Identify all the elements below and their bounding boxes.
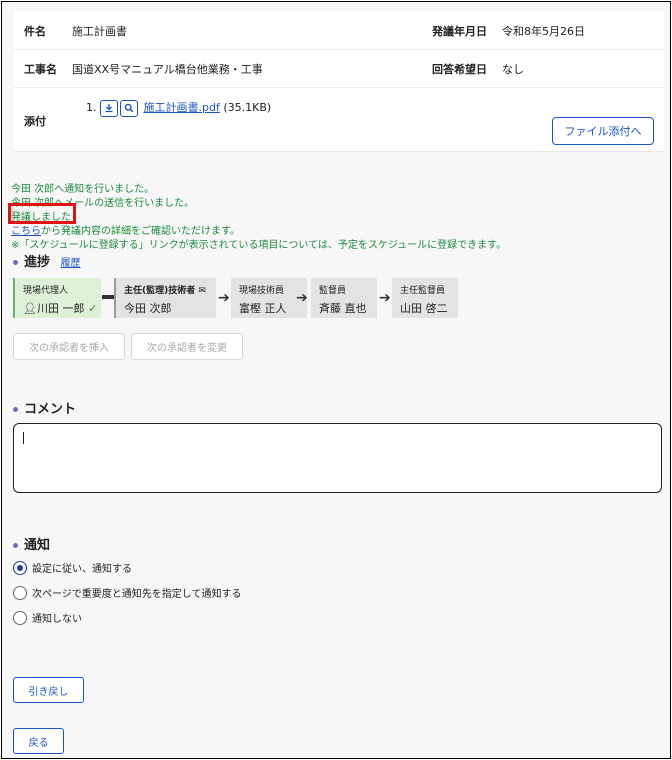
attachment-item: 1. 施工計画書.pdf (35.1KB)	[86, 99, 271, 117]
info-row-subject: 件名 施工計画書 発議年月日 令和8年5月26日	[14, 11, 664, 50]
connector-bar	[102, 295, 114, 299]
attach-label: 添付	[24, 115, 46, 128]
date-value: 令和8年5月26日	[502, 25, 585, 38]
notify-option-specify-next[interactable]: 次ページで重要度と通知先を指定して通知する	[13, 585, 242, 600]
progress-heading: 進捗 履歴	[13, 251, 81, 270]
step-role: 現場代理人	[23, 286, 69, 296]
info-row-project: 工事名 国道XX号マニュアル橋台他業務・工事 回答希望日 なし	[14, 49, 664, 88]
back-button[interactable]: 戻る	[13, 728, 64, 754]
notify-option-follow-settings[interactable]: 設定に従い、通知する	[13, 560, 132, 575]
radio-unselected[interactable]	[13, 610, 27, 625]
schedule-note: ※「スケジュールに登録する」リンクが表示されている項目については、予定をスケジュ…	[11, 240, 507, 251]
project-value: 国道XX号マニュアル橋台他業務・工事	[72, 63, 263, 76]
step-name-row: 👤︎川田 一郎 ✓	[23, 300, 97, 316]
attach-index: 1.	[86, 101, 97, 114]
step-name: 富樫 正人	[239, 302, 287, 315]
bullet-icon	[13, 407, 18, 412]
step-role: 監督員	[319, 286, 347, 296]
user-icon: 👤︎	[23, 302, 37, 315]
notify-option-label: 設定に従い、通知する	[32, 564, 132, 575]
highlight-box	[8, 203, 76, 224]
progress-title: 進捗	[24, 255, 51, 270]
notify-title: 通知	[24, 538, 51, 553]
attachment-file-link[interactable]: 施工計画書.pdf	[144, 101, 220, 114]
step-role: 主任監督員	[400, 286, 446, 296]
subject-label: 件名	[24, 25, 46, 38]
text-caret	[23, 432, 24, 444]
progress-step-1: 現場代理人 👤︎川田 一郎 ✓	[13, 278, 101, 318]
step-role: 現場技術員	[239, 286, 285, 296]
page-frame: 件名 施工計画書 発議年月日 令和8年5月26日 工事名 国道XX号マニュアル橋…	[1, 1, 671, 759]
attachment-size: (35.1KB)	[223, 101, 272, 114]
subject-value: 施工計画書	[72, 25, 127, 38]
comment-textarea[interactable]	[13, 423, 662, 493]
radio-selected[interactable]	[13, 560, 27, 575]
info-card: 件名 施工計画書 発議年月日 令和8年5月26日 工事名 国道XX号マニュアル橋…	[14, 11, 664, 152]
progress-step-4: 監督員 斉藤 直也	[311, 278, 377, 318]
notify-option-none[interactable]: 通知しない	[13, 610, 82, 625]
comment-title: コメント	[24, 402, 77, 417]
step-name: 川田 一郎	[36, 302, 85, 315]
step-name: 今田 次郎	[124, 302, 172, 315]
change-approver-button[interactable]: 次の承認者を変更	[131, 333, 243, 360]
check-icon: ✓	[87, 302, 98, 315]
mail-icon: ✉	[198, 286, 206, 296]
arrow-right-icon: ➔	[379, 290, 391, 306]
pullback-button[interactable]: 引き戻し	[13, 677, 84, 703]
magnifier-icon	[124, 103, 134, 113]
arrow-right-icon: ➔	[296, 290, 308, 306]
arrow-right-icon: ➔	[218, 290, 230, 306]
preview-button[interactable]	[120, 99, 138, 117]
notify-heading: 通知	[13, 534, 50, 553]
download-button[interactable]	[100, 99, 118, 117]
reply-value: なし	[502, 63, 524, 76]
step-name: 斉藤 直也	[319, 302, 367, 315]
radio-unselected[interactable]	[13, 585, 27, 600]
progress-step-5: 主任監督員 山田 啓二	[392, 278, 458, 318]
notify-option-label: 通知しない	[32, 614, 82, 625]
progress-step-2: 主任(監理)技術者 ✉ 今田 次郎	[114, 278, 216, 318]
history-link[interactable]: 履歴	[61, 258, 81, 269]
insert-approver-button[interactable]: 次の承認者を挿入	[13, 333, 125, 360]
bullet-icon	[13, 260, 18, 265]
info-row-attach: 添付 1. 施工計画書.pdf (35.1KB) ファイル添付へ	[14, 87, 664, 151]
download-icon	[105, 104, 113, 113]
step-name: 山田 啓二	[400, 302, 448, 315]
step-role-row: 主任(監理)技術者 ✉	[124, 283, 208, 296]
project-label: 工事名	[24, 63, 57, 76]
notify-message: 今田 次郎へ通知を行いました。	[11, 184, 155, 195]
attach-file-button[interactable]: ファイル添付へ	[552, 117, 654, 145]
date-label: 発議年月日	[432, 25, 487, 38]
comment-heading: コメント	[13, 398, 76, 417]
notify-option-label: 次ページで重要度と通知先を指定して通知する	[32, 589, 242, 600]
bullet-icon	[13, 543, 18, 548]
step-role: 主任(監理)技術者	[124, 286, 196, 296]
detail-message: こちらから発議内容の詳細をご確認いただけます。	[11, 222, 240, 237]
reply-label: 回答希望日	[432, 63, 487, 76]
